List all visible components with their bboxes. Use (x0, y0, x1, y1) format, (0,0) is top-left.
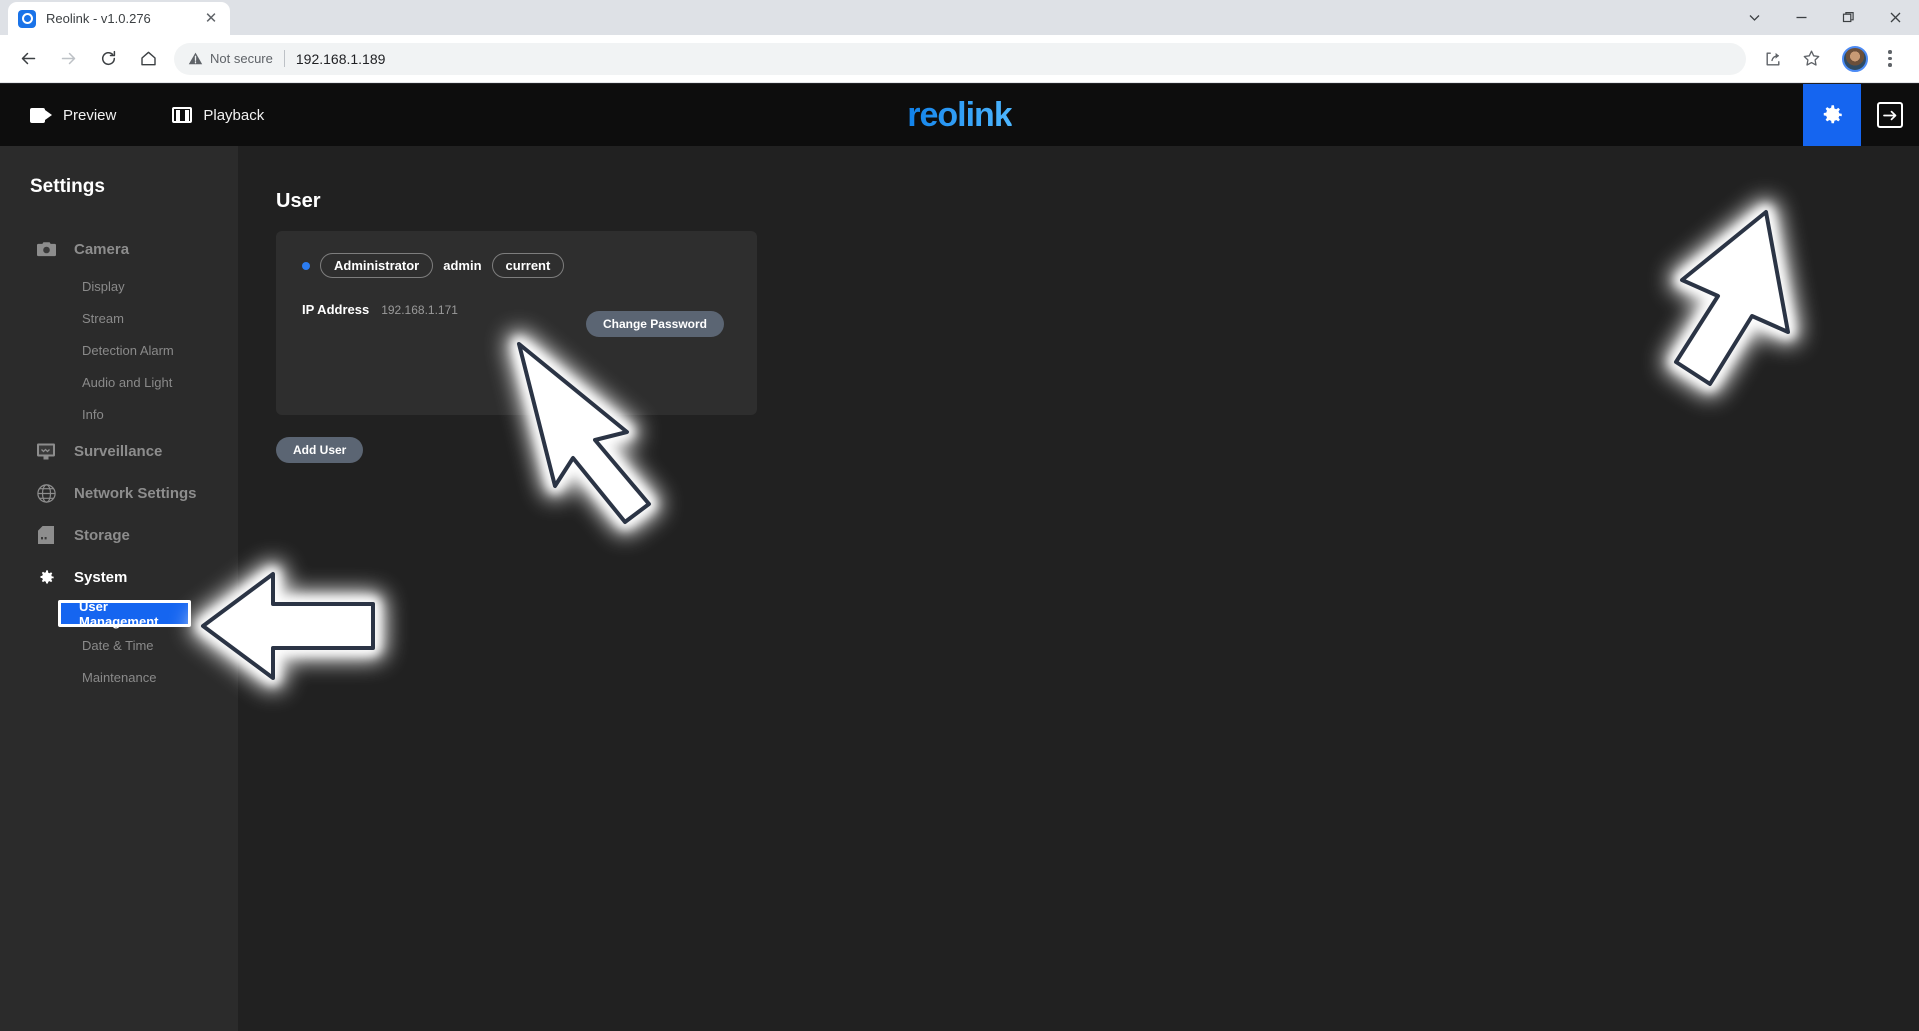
sidebar-group-system-label: System (74, 568, 128, 586)
not-secure-indicator[interactable]: Not secure (188, 51, 273, 66)
toolbar-right-actions (1754, 42, 1911, 76)
main-content: User Administrator admin current IP Addr… (190, 146, 1919, 1031)
nav-preview-label: Preview (63, 106, 117, 124)
status-dot-icon (302, 261, 310, 270)
sidebar-item-detection-alarm[interactable]: Detection Alarm (0, 334, 238, 366)
app-header: Preview Playback reolink (0, 84, 1919, 146)
sidebar-item-stream[interactable]: Stream (0, 302, 238, 334)
nav-preview[interactable]: Preview (16, 84, 130, 146)
ip-address-value: 192.168.1.171 (381, 303, 458, 317)
arrow-pointing-settings-gear (1638, 199, 1818, 397)
sidebar-group-network-settings-label: Network Settings (74, 484, 197, 502)
sd-card-icon (36, 526, 56, 544)
sidebar-item-info[interactable]: Info (0, 398, 238, 430)
sidebar-group-surveillance[interactable]: Surveillance (0, 430, 238, 472)
page-title: User (276, 190, 321, 212)
security-label: Not secure (210, 51, 273, 66)
window-controls (1731, 0, 1919, 35)
sidebar-group-camera[interactable]: Camera (0, 228, 238, 270)
maximize-icon[interactable] (1825, 2, 1872, 34)
user-identity-row: Administrator admin current (302, 253, 731, 278)
add-user-row: Add User (276, 437, 1919, 463)
tab-search-chevron-icon[interactable] (1731, 2, 1778, 34)
home-icon[interactable] (131, 42, 165, 76)
sidebar-item-display[interactable]: Display (0, 270, 238, 302)
sidebar-item-user-management[interactable]: User Management (58, 599, 191, 629)
logout-icon (1877, 102, 1903, 128)
settings-sidebar: Settings Camera Display Stream Detection… (0, 146, 238, 1031)
globe-icon (36, 483, 56, 503)
sidebar-group-camera-label: Camera (74, 240, 130, 258)
profile-avatar[interactable] (1842, 45, 1868, 72)
video-camera-icon (30, 107, 52, 123)
app-header-actions (1803, 84, 1919, 146)
user-role-badge: Administrator (320, 253, 434, 278)
camera-icon (36, 240, 56, 258)
close-icon[interactable]: ✕ (202, 10, 220, 28)
sidebar-group-storage-label: Storage (74, 526, 130, 544)
reolink-logo: reolink (907, 96, 1012, 134)
reolink-web-app: Preview Playback reolink Settings Camera… (0, 84, 1919, 1031)
app-body: Settings Camera Display Stream Detection… (0, 146, 1919, 1031)
add-user-button[interactable]: Add User (276, 437, 364, 463)
nav-playback-label: Playback (203, 106, 265, 124)
browser-toolbar: Not secure 192.168.1.189 (0, 35, 1919, 83)
reload-icon[interactable] (91, 42, 125, 76)
address-bar[interactable]: Not secure 192.168.1.189 (174, 42, 1746, 75)
gear-icon (1823, 105, 1842, 124)
minimize-icon[interactable] (1778, 2, 1825, 34)
close-icon[interactable] (1872, 2, 1919, 34)
sidebar-item-date-and-time[interactable]: Date & Time (0, 629, 238, 661)
sidebar-item-maintenance[interactable]: Maintenance (0, 661, 238, 693)
share-icon[interactable] (1756, 42, 1790, 76)
settings-button[interactable] (1803, 84, 1861, 146)
film-strip-icon (172, 107, 193, 123)
current-user-badge: current (491, 253, 565, 278)
reolink-favicon (18, 9, 36, 28)
sidebar-group-storage[interactable]: Storage (0, 514, 238, 556)
omnibox-divider (283, 50, 285, 67)
gear-icon (36, 568, 56, 586)
ip-address-label: IP Address (302, 302, 370, 317)
tab-strip: Reolink - v1.0.276 ✕ (0, 0, 1919, 35)
chrome-menu-icon[interactable] (1875, 42, 1905, 76)
browser-window: Reolink - v1.0.276 ✕ Not secure 192.168.… (0, 0, 1919, 1031)
nav-playback[interactable]: Playback (158, 84, 278, 146)
sidebar-title: Settings (30, 176, 105, 197)
sidebar-group-surveillance-label: Surveillance (74, 442, 163, 460)
tab-title: Reolink - v1.0.276 (46, 11, 151, 26)
user-name: admin (443, 258, 482, 273)
monitor-icon (36, 442, 56, 460)
back-icon[interactable] (11, 42, 45, 76)
browser-tab[interactable]: Reolink - v1.0.276 ✕ (8, 2, 230, 35)
sidebar-group-network-settings[interactable]: Network Settings (0, 472, 238, 514)
warning-triangle-icon (188, 52, 203, 65)
forward-icon[interactable] (51, 42, 85, 76)
url-text: 192.168.1.189 (295, 50, 386, 67)
bookmark-star-icon[interactable] (1794, 42, 1828, 76)
change-password-button[interactable]: Change Password (585, 311, 724, 337)
sidebar-group-system[interactable]: System (0, 556, 238, 598)
user-card: Administrator admin current IP Address 1… (276, 231, 757, 415)
sidebar-item-audio-and-light[interactable]: Audio and Light (0, 366, 238, 398)
logout-button[interactable] (1861, 84, 1919, 146)
